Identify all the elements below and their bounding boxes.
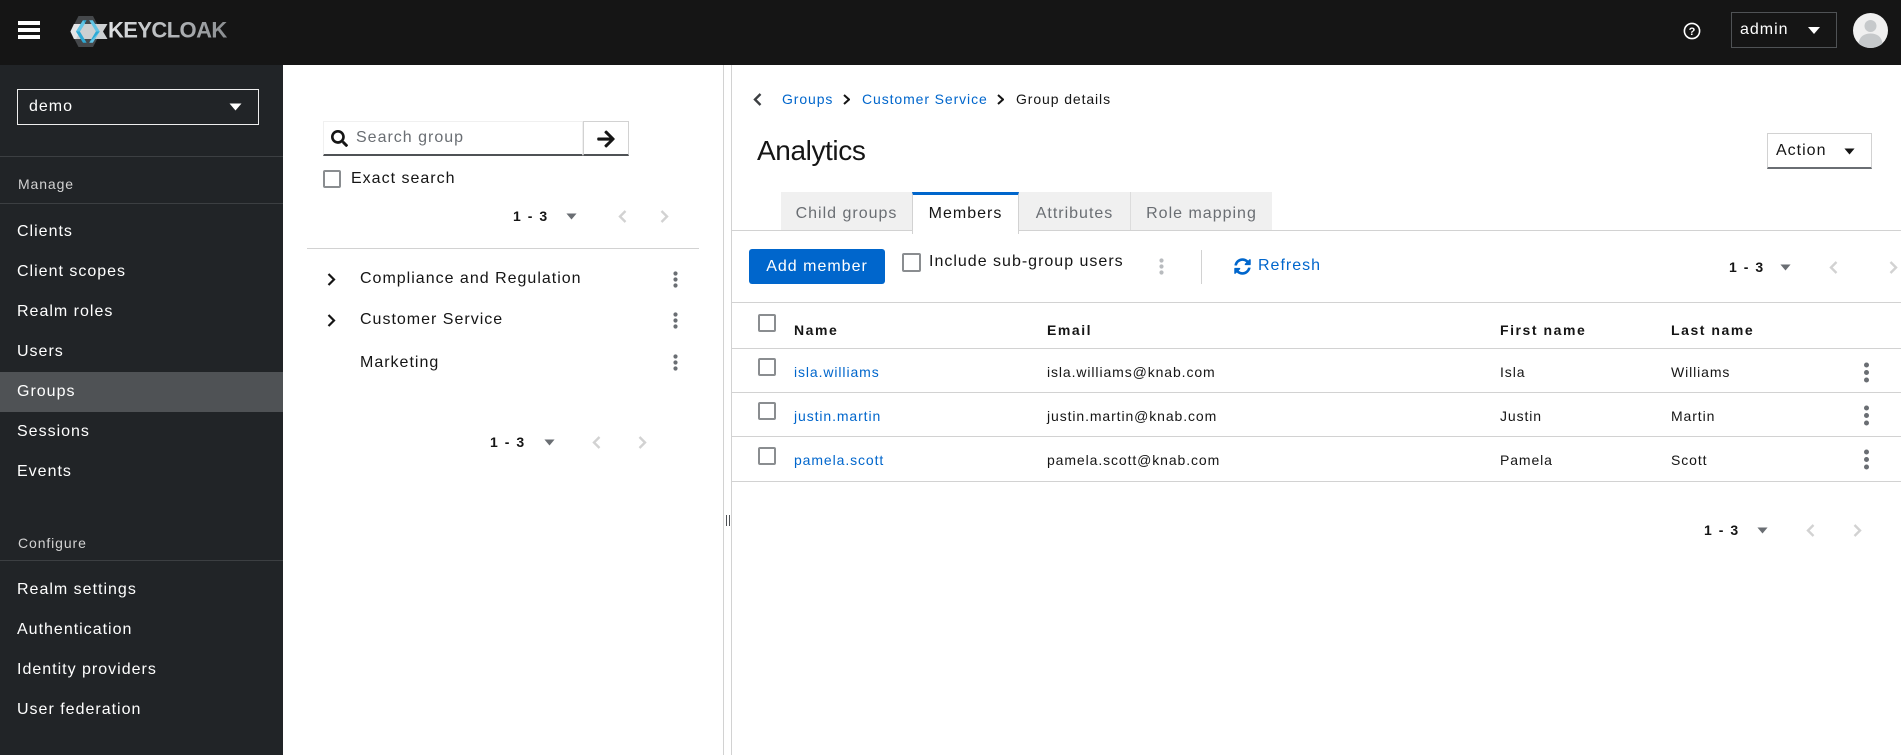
- svg-text:KEYCLOAK: KEYCLOAK: [108, 18, 227, 43]
- svg-text:?: ?: [1689, 26, 1696, 38]
